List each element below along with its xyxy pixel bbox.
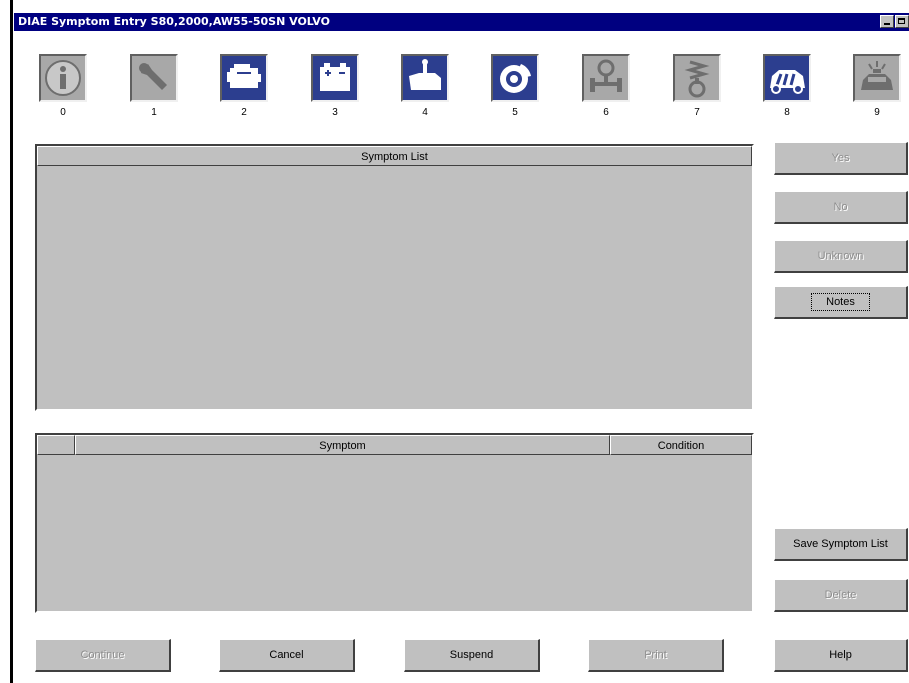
category-8-button[interactable]: [763, 54, 811, 102]
notes-button-label: Notes: [811, 293, 870, 311]
category-6-button[interactable]: [582, 54, 630, 102]
category-2-number: 2: [241, 107, 247, 118]
category-6-number: 6: [603, 107, 609, 118]
category-4[interactable]: 4: [400, 54, 450, 118]
category-6[interactable]: 6: [581, 54, 631, 118]
maximize-icon: [898, 18, 905, 24]
title-bar: DIAE Symptom Entry S80,2000,AW55-50SN VO…: [14, 13, 909, 31]
category-8[interactable]: 8: [762, 54, 812, 118]
battery-icon: [320, 63, 350, 91]
unknown-button[interactable]: Unknown: [774, 240, 908, 273]
category-1-button[interactable]: [130, 54, 178, 102]
category-7-button[interactable]: [673, 54, 721, 102]
left-border: [10, 0, 13, 683]
category-9[interactable]: 9: [852, 54, 902, 118]
category-7-number: 7: [694, 107, 700, 118]
suspend-button[interactable]: Suspend: [404, 639, 540, 672]
category-4-button[interactable]: [401, 54, 449, 102]
car-interior-icon: [770, 70, 805, 94]
minimize-button[interactable]: [880, 15, 894, 28]
column-header-blank[interactable]: [37, 435, 75, 455]
category-7[interactable]: 7: [672, 54, 722, 118]
car-lamp-icon: [861, 61, 893, 90]
category-0[interactable]: 0: [38, 54, 88, 118]
transmission-icon: [409, 59, 441, 90]
continue-button[interactable]: Continue: [35, 639, 171, 672]
symptom-entry-window: DIAE Symptom Entry S80,2000,AW55-50SN VO…: [14, 13, 909, 683]
category-5-number: 5: [512, 107, 518, 118]
category-0-number: 0: [60, 107, 66, 118]
category-4-number: 4: [422, 107, 428, 118]
print-button[interactable]: Print: [588, 639, 724, 672]
category-5[interactable]: 5: [490, 54, 540, 118]
symptom-list-header: Symptom List: [37, 146, 752, 166]
steering-icon: [590, 59, 622, 92]
category-3-number: 3: [332, 107, 338, 118]
category-2[interactable]: 2: [219, 54, 269, 118]
category-1[interactable]: 1: [129, 54, 179, 118]
delete-button[interactable]: Delete: [774, 579, 908, 612]
symptom-list-panel[interactable]: Symptom List: [35, 144, 754, 411]
wrench-icon: [139, 63, 167, 90]
column-header-symptom[interactable]: Symptom: [75, 435, 610, 455]
category-9-button[interactable]: [853, 54, 901, 102]
symptom-table[interactable]: Symptom Condition: [35, 433, 754, 613]
category-5-button[interactable]: [491, 54, 539, 102]
maximize-button[interactable]: [895, 15, 909, 28]
suspension-icon: [684, 60, 710, 98]
engine-icon: [227, 64, 261, 88]
column-header-condition[interactable]: Condition: [610, 435, 752, 455]
notes-button[interactable]: Notes: [774, 286, 908, 319]
minimize-icon: [884, 23, 890, 25]
cancel-button[interactable]: Cancel: [219, 639, 355, 672]
window-title: DIAE Symptom Entry S80,2000,AW55-50SN VO…: [18, 15, 330, 28]
category-1-number: 1: [151, 107, 157, 118]
info-icon: [45, 60, 81, 96]
no-button[interactable]: No: [774, 191, 908, 224]
brake-icon: [500, 64, 531, 93]
category-0-button[interactable]: [39, 54, 87, 102]
category-9-number: 9: [874, 107, 880, 118]
help-button[interactable]: Help: [774, 639, 908, 672]
category-3[interactable]: 3: [310, 54, 360, 118]
save-symptom-list-button[interactable]: Save Symptom List: [774, 528, 908, 561]
category-3-button[interactable]: [311, 54, 359, 102]
category-8-number: 8: [784, 107, 790, 118]
category-2-button[interactable]: [220, 54, 268, 102]
yes-button[interactable]: Yes: [774, 142, 908, 175]
